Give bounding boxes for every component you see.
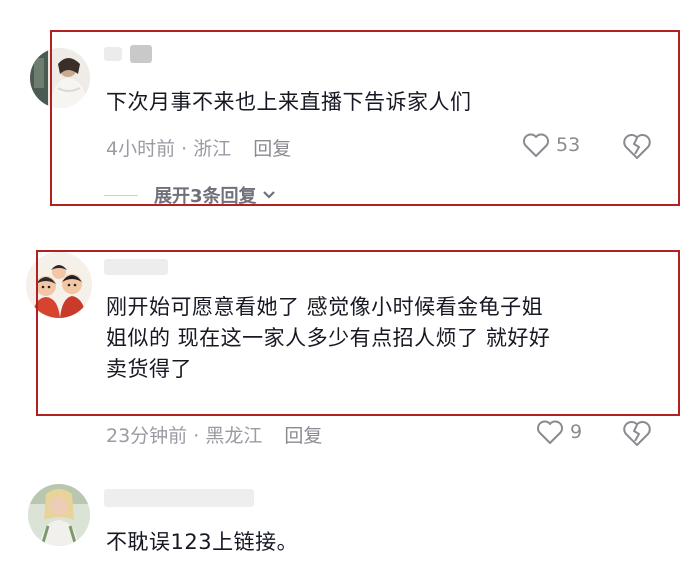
reply-button[interactable]: 回复 [284, 425, 322, 447]
comment-text: 不耽误123上链接。 [106, 530, 299, 554]
comment-location: 黑龙江 [205, 425, 263, 447]
highlight-box [36, 250, 680, 416]
broken-heart-icon [623, 420, 651, 446]
comment-time: 23分钟前 [106, 425, 188, 447]
username-redacted[interactable] [104, 489, 254, 507]
comment-meta: 23分钟前 · 黑龙江 回复 [106, 421, 322, 448]
highlight-box [50, 30, 680, 206]
heart-icon [537, 420, 563, 444]
dislike-button[interactable] [622, 419, 652, 451]
header-fragment [320, 0, 380, 4]
like-count: 9 [570, 421, 583, 443]
user-avatar[interactable] [28, 484, 90, 546]
like-button[interactable]: 9 [536, 419, 582, 445]
meta-separator: · [187, 425, 206, 447]
